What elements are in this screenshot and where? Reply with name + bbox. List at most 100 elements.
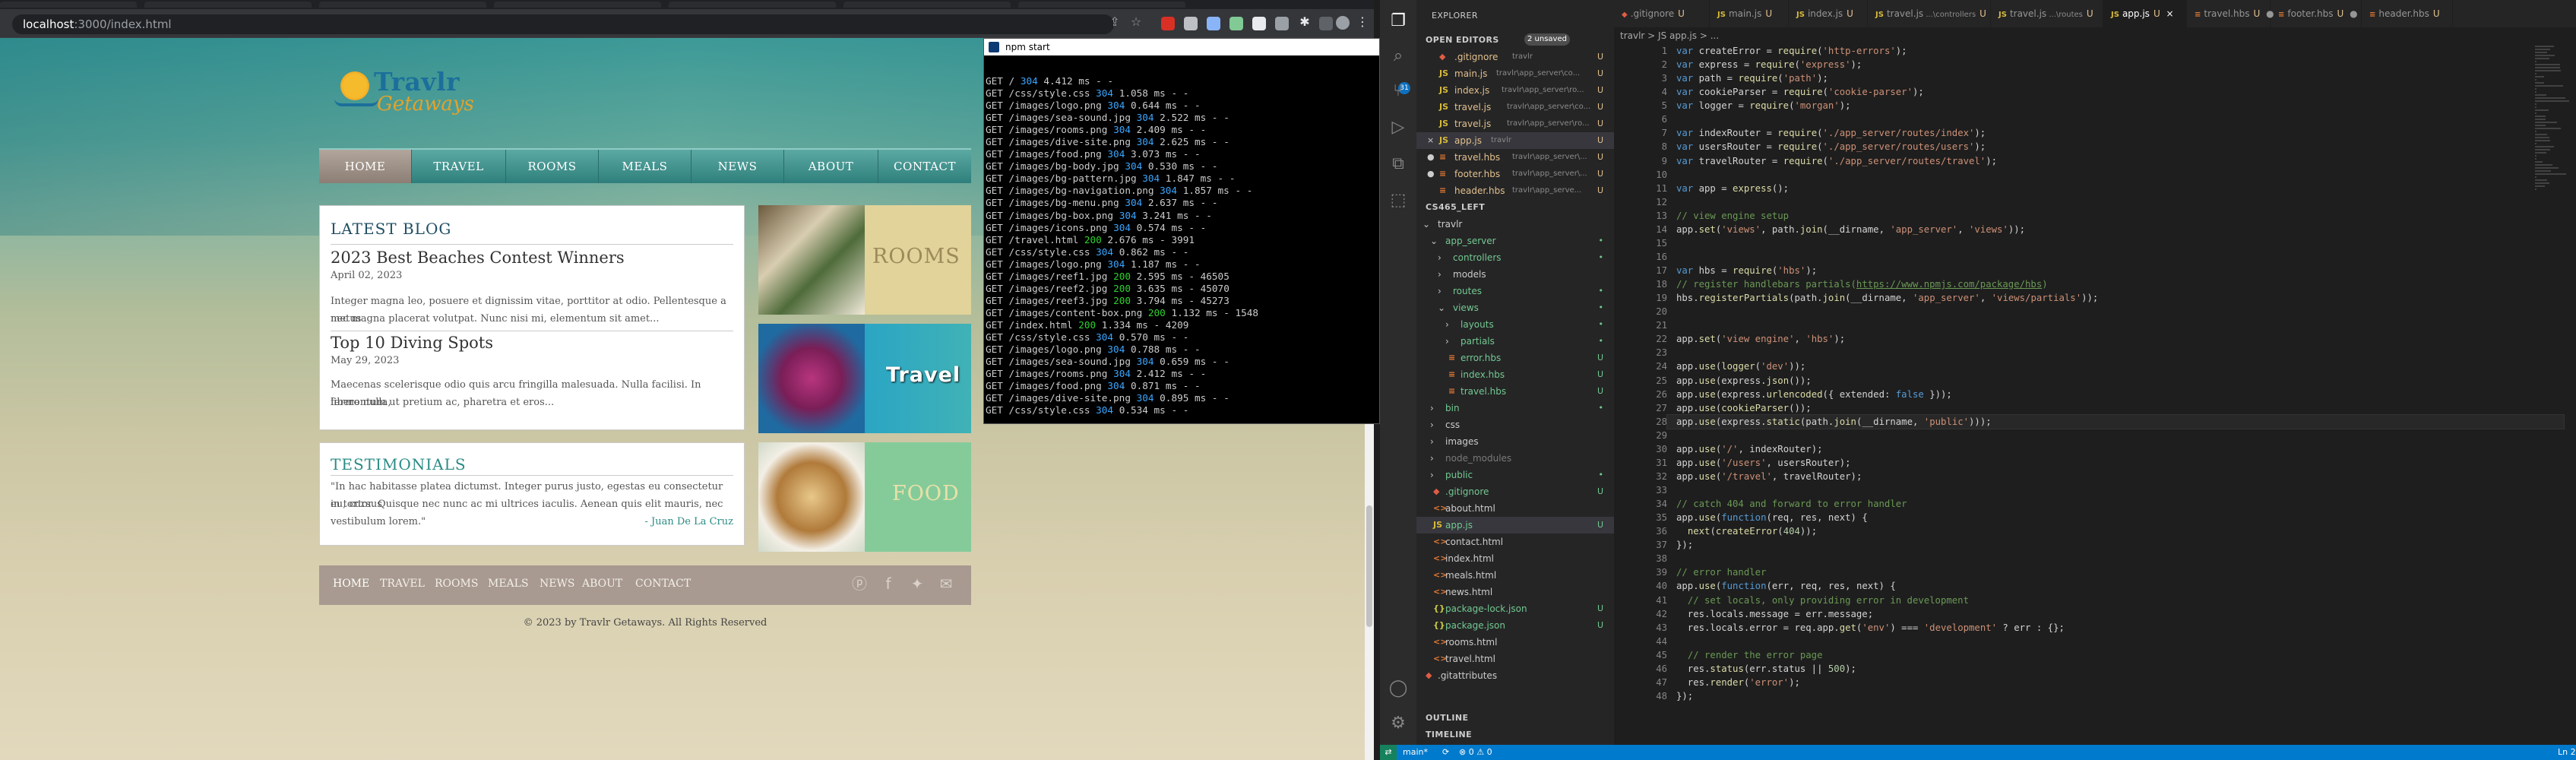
editor-tab[interactable]: JS index.js U [1789,0,1868,27]
code-line[interactable]: var usersRouter = require('./app_server/… [1667,140,2564,154]
outline-header[interactable]: OUTLINE [1426,713,1468,723]
nav-contact[interactable]: CONTACT [878,150,971,183]
code-line[interactable]: var logger = require('morgan'); [1667,99,2564,112]
open-editor-item[interactable]: ● ≡ travel.hbs travlr\app_server\... U [1416,149,1614,166]
close-icon[interactable]: × [1427,132,1434,149]
editor-tab[interactable]: JS travel.js ...\routes U [1991,0,2103,27]
folder-item[interactable]: ⌄ views • [1416,299,1614,316]
nav-news[interactable]: NEWS [691,150,784,183]
code-line[interactable]: app.use(function(err, req, res, next) { [1667,579,2564,593]
code-line[interactable]: var indexRouter = require('./app_server/… [1667,126,2564,140]
editor-tab[interactable]: ◆ .gitignore U [1614,0,1710,27]
code-line[interactable] [1667,168,2564,182]
file-item[interactable]: <> about.html [1416,500,1614,517]
code-line[interactable]: // catch 404 and forward to error handle… [1667,497,2564,511]
code-line[interactable] [1667,429,2564,442]
folder-item[interactable]: › images [1416,433,1614,450]
terminal-window[interactable]: npm start GET / 304 4.412 ms - - GET /css… [983,38,1380,424]
file-item[interactable]: {} package-lock.json U [1416,600,1614,617]
problems-status[interactable]: ⊗ 0 ⚠ 0 [1459,745,1492,760]
twitter-icon[interactable]: ✦ [909,575,926,592]
terminal-titlebar[interactable]: npm start [984,39,1379,55]
breadcrumb[interactable]: travlr > JS app.js > ... [1620,30,1719,41]
code-line[interactable]: // render the error page [1667,648,2564,662]
footer-rooms[interactable]: ROOMS [435,578,478,590]
code-line[interactable]: }); [1667,538,2564,552]
file-item[interactable]: ≡ index.hbs U [1416,366,1614,383]
folder-item[interactable]: › routes • [1416,283,1614,299]
extensions-puzzle-icon[interactable]: ✱ [1298,15,1312,29]
code-line[interactable]: res.locals.message = err.message; [1667,607,2564,621]
code-line[interactable]: next(createError(404)); [1667,524,2564,538]
promo-food[interactable]: FOOD [758,442,971,552]
code-line[interactable]: res.render('error'); [1667,676,2564,689]
extension-red-icon[interactable] [1161,17,1175,30]
code-line[interactable]: app.set('views', path.join(__dirname, 'a… [1667,223,2564,236]
extension-blue-icon[interactable] [1207,17,1220,30]
open-editors-header[interactable]: OPEN EDITORS [1426,35,1499,45]
minimap[interactable] [2532,44,2574,190]
unsaved-dot-icon[interactable]: ● [2347,8,2357,19]
code-line[interactable]: var path = require('path'); [1667,71,2564,85]
folder-item[interactable]: › models [1416,266,1614,283]
code-line[interactable]: var createError = require('http-errors')… [1667,44,2564,58]
close-icon[interactable]: ● [1427,149,1435,166]
file-item[interactable]: <> news.html [1416,584,1614,600]
extensions-icon[interactable]: ⧉ [1388,154,1409,175]
code-line[interactable]: app.use('/users', usersRouter); [1667,456,2564,470]
open-editor-item[interactable]: JS index.js travlr\app_server\ro... U [1416,82,1614,99]
explorer-icon[interactable]: ❐ [1388,11,1409,32]
sync-icon[interactable]: ⟳ [1442,745,1449,760]
bookmark-star-icon[interactable]: ☆ [1129,15,1143,29]
code-line[interactable]: app.use(express.json()); [1667,374,2564,388]
share-icon[interactable]: ⇪ [1108,15,1122,29]
run-debug-icon[interactable]: ▷ [1388,117,1409,138]
code-line[interactable]: res.status(err.status || 500); [1667,662,2564,676]
code-line[interactable] [1667,346,2564,359]
footer-meals[interactable]: MEALS [488,578,529,590]
editor-tab[interactable]: ≡ header.hbs U [2362,0,2453,27]
footer-news[interactable]: NEWS [540,578,574,590]
code-line[interactable]: var travelRouter = require('./app_server… [1667,154,2564,168]
nav-rooms[interactable]: ROOMS [506,150,599,183]
footer-contact[interactable]: CONTACT [635,578,691,590]
close-icon[interactable]: ● [1427,166,1435,182]
folder-item[interactable]: › public • [1416,467,1614,483]
code-line[interactable] [1667,250,2564,264]
workspace-header[interactable]: CS465_LEFT [1426,202,1485,212]
code-line[interactable]: var hbs = require('hbs'); [1667,264,2564,277]
cursor-position[interactable]: Ln 2 [2558,745,2576,760]
code-line[interactable]: app.use(logger('dev')); [1667,359,2564,373]
code-line[interactable]: app.use('/travel', travelRouter); [1667,470,2564,483]
nav-home[interactable]: HOME [319,150,412,183]
code-line[interactable]: res.locals.error = req.app.get('env') ==… [1667,621,2564,635]
open-editor-item[interactable]: JS travel.js travlr\app_server\ro... U [1416,116,1614,132]
profile-avatar-icon[interactable] [1336,16,1350,30]
code-line[interactable]: // register handlebars partials(https://… [1667,277,2564,291]
code-editor[interactable]: var createError = require('http-errors')… [1666,44,2565,703]
folder-item[interactable]: › bin • [1416,400,1614,416]
pinterest-icon[interactable]: ⓟ [851,575,868,592]
code-line[interactable]: app.use(cookieParser()); [1667,401,2564,415]
code-line[interactable]: // set locals, only providing error in d… [1667,594,2564,607]
account-icon[interactable]: ◯ [1388,678,1409,699]
footer-about[interactable]: ABOUT [582,578,622,590]
extension-white-icon[interactable] [1252,17,1266,30]
folder-item[interactable]: › css [1416,416,1614,433]
file-item[interactable]: <> meals.html [1416,567,1614,584]
code-line[interactable]: var app = express(); [1667,182,2564,195]
code-line[interactable]: app.use(function(req, res, next) { [1667,511,2564,524]
file-item[interactable]: <> contact.html [1416,534,1614,550]
folder-item[interactable]: › layouts • [1416,316,1614,333]
file-item[interactable]: ≡ error.hbs U [1416,350,1614,366]
code-line[interactable]: var cookieParser = require('cookie-parse… [1667,85,2564,99]
file-item[interactable]: JS app.js U [1416,517,1614,534]
code-line[interactable]: // view engine setup [1667,209,2564,223]
close-icon[interactable]: × [2163,8,2174,19]
code-line[interactable]: }); [1667,689,2564,703]
open-editor-item[interactable]: JS travel.js travlr\app_server\co... U [1416,99,1614,116]
code-line[interactable] [1667,236,2564,250]
extension-teal-icon[interactable] [1229,17,1243,30]
code-line[interactable] [1667,635,2564,648]
code-line[interactable] [1667,112,2564,126]
